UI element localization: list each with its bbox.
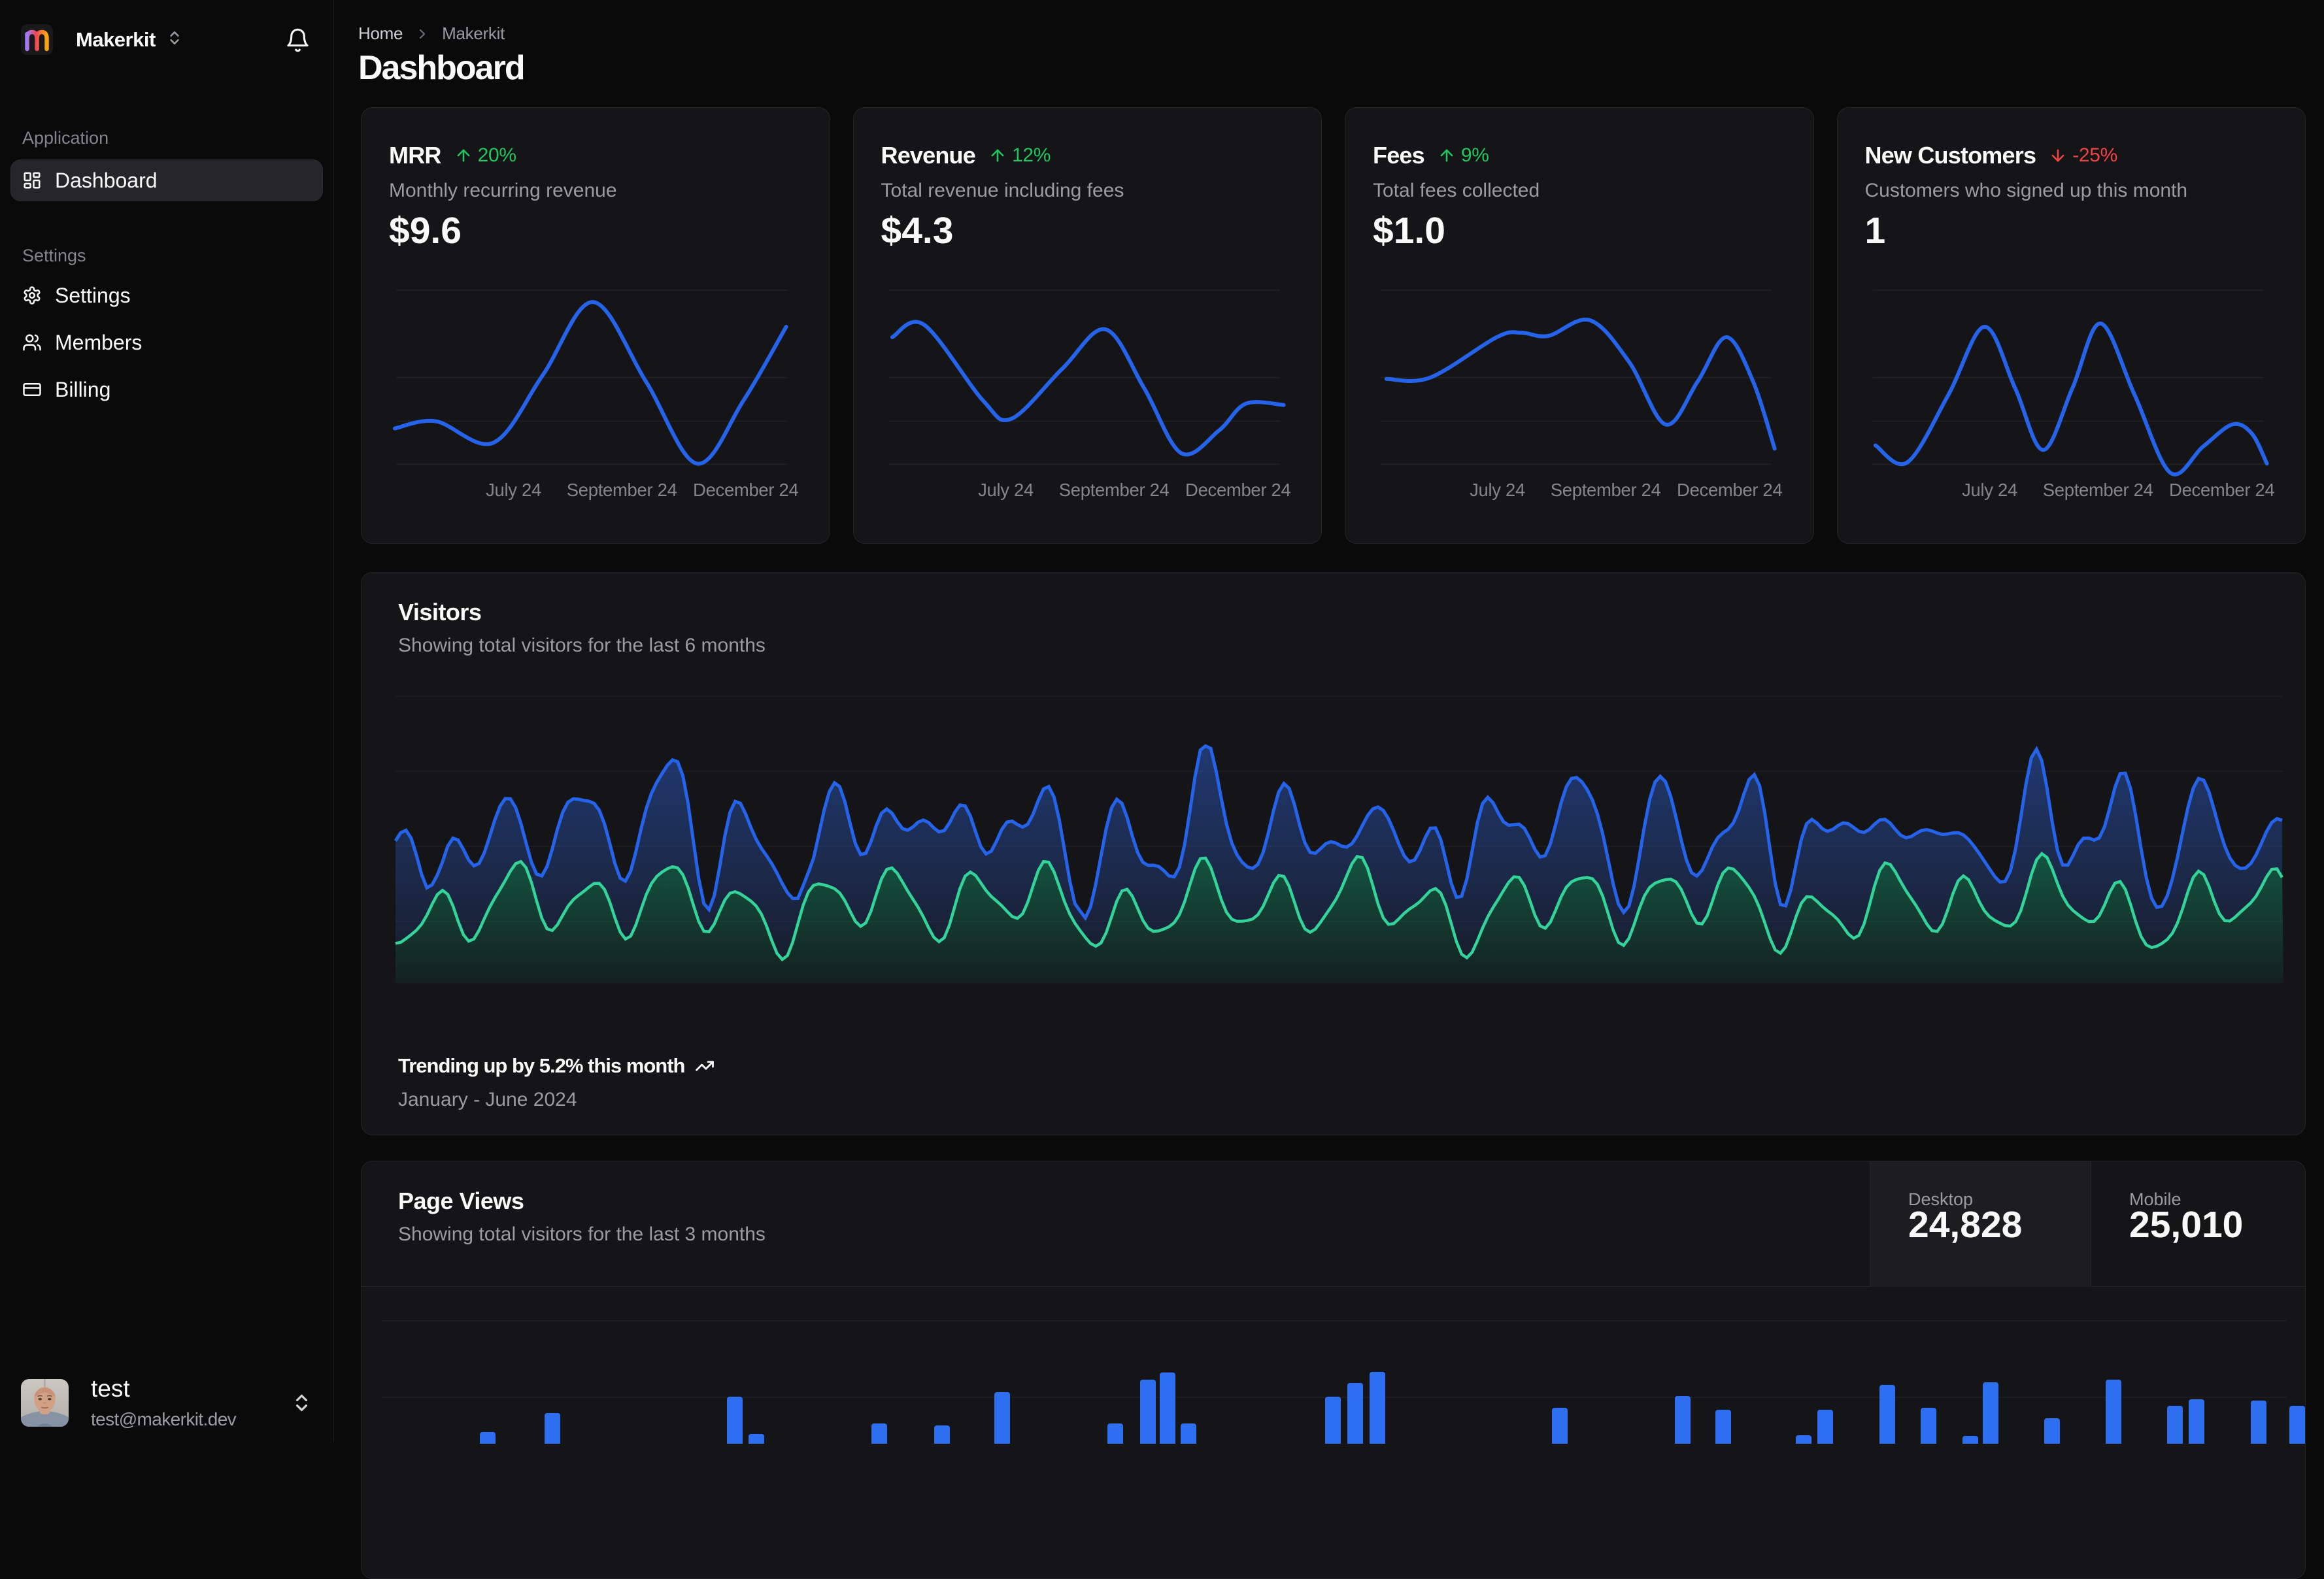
svg-text:December 24: December 24	[693, 480, 798, 500]
svg-text:September 24: September 24	[1551, 480, 1661, 500]
svg-text:September 24: September 24	[2042, 480, 2153, 500]
svg-text:July 24: July 24	[486, 480, 541, 500]
svg-text:July 24: July 24	[1470, 480, 1525, 500]
svg-text:July 24: July 24	[978, 480, 1034, 500]
svg-text:December 24: December 24	[1677, 480, 1782, 500]
svg-text:December 24: December 24	[1185, 480, 1290, 500]
svg-text:September 24: September 24	[1058, 480, 1169, 500]
svg-text:September 24: September 24	[567, 480, 677, 500]
svg-text:December 24: December 24	[2169, 480, 2274, 500]
svg-text:July 24: July 24	[1962, 480, 2017, 500]
